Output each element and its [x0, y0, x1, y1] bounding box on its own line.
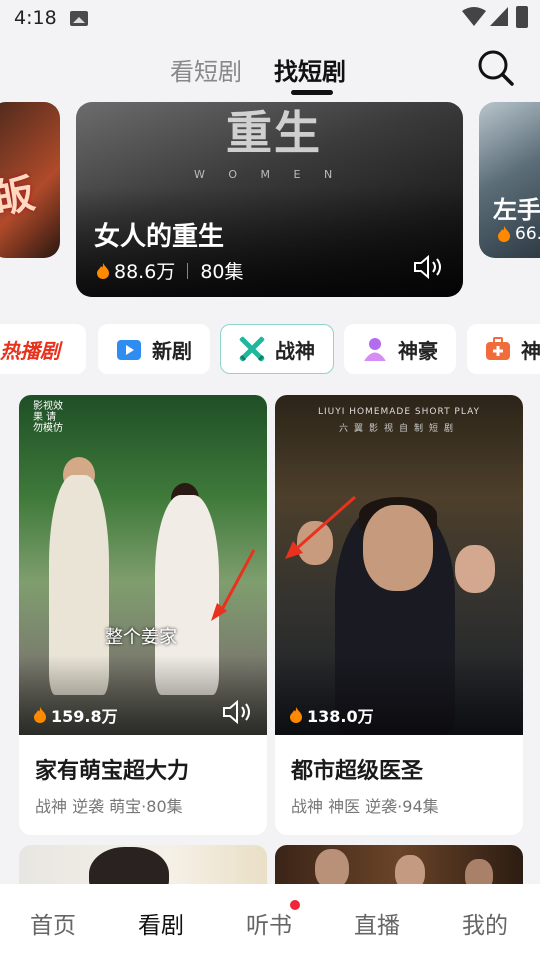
nav-live[interactable]: 直播	[354, 906, 400, 940]
wifi-icon	[462, 7, 486, 26]
views-count: 159.8万	[51, 707, 118, 726]
banner-episodes: 80集	[200, 261, 244, 283]
chip-doctor-label: 神	[521, 338, 540, 363]
poster-disclaimer: 影视效果 请勿模仿	[33, 401, 63, 434]
poster-studio-en: LIUYI HOMEMADE SHORT PLAY	[317, 407, 481, 417]
tv-play-icon	[117, 340, 141, 360]
battery-icon	[516, 6, 528, 28]
banner-poster-title-art: 重生	[226, 106, 322, 160]
poster-arrow-graphic	[285, 495, 356, 559]
status-bar: 4:18	[0, 0, 540, 36]
chip-hot-label: 热播剧	[0, 338, 60, 363]
flame-icon	[498, 226, 510, 242]
active-tab-indicator	[291, 90, 333, 95]
drama-card[interactable]: LIUYI HOMEMADE SHORT PLAY 六翼影视自制短剧 138.0…	[275, 395, 523, 835]
banner-poster-subtitle: W O M E N	[194, 168, 343, 181]
person-icon	[364, 338, 386, 361]
views-count: 138.0万	[307, 707, 374, 726]
chip-tycoon[interactable]: 神豪	[344, 324, 456, 374]
drama-title: 家有萌宝超大力	[35, 759, 190, 784]
nav-audiobook[interactable]: 听书	[246, 906, 292, 940]
nav-profile[interactable]: 我的	[462, 906, 508, 940]
mute-speaker-icon[interactable]	[412, 254, 444, 280]
flame-icon	[97, 262, 109, 279]
banner-prev-card[interactable]: 皈	[0, 102, 60, 258]
poster-figure	[315, 849, 349, 889]
drama-poster: LIUYI HOMEMADE SHORT PLAY 六翼影视自制短剧 138.0…	[275, 395, 523, 735]
search-icon[interactable]	[476, 48, 516, 88]
banner-views: 88.6万	[114, 261, 176, 283]
chip-new-label: 新剧	[152, 338, 192, 363]
nav-watch[interactable]: 看剧	[138, 906, 184, 940]
chip-god-of-war[interactable]: 战神	[220, 324, 334, 374]
meta-divider	[187, 262, 189, 279]
poster-studio-cn: 六翼影视自制短剧	[338, 424, 459, 434]
chip-new[interactable]: 新剧	[98, 324, 210, 374]
banner-prev-poster-text: 皈	[0, 170, 39, 224]
drama-tags: 战神 逆袭 萌宝·80集	[35, 797, 183, 816]
poster-arrow-graphic	[211, 549, 256, 621]
chip-hot[interactable]: 热播剧	[0, 324, 86, 374]
top-tabs: 看短剧 找短剧	[0, 44, 540, 104]
tab-find-drama[interactable]: 找短剧	[274, 52, 346, 87]
photo-notification-icon	[70, 11, 88, 26]
mute-speaker-icon[interactable]	[221, 699, 253, 725]
medical-kit-icon	[486, 337, 510, 360]
bottom-nav: 首页 看剧 听书 直播 我的	[0, 884, 540, 960]
banner-next-views: 66.	[515, 224, 540, 244]
drama-card[interactable]: 影视效果 请勿模仿 整个姜家 159.8万 家有萌宝超大力 战神 逆袭 萌宝·8…	[19, 395, 267, 835]
category-chips: 热播剧 新剧 战神 神豪 神	[0, 324, 540, 376]
nav-home[interactable]: 首页	[30, 906, 76, 940]
banner-featured-card[interactable]: 重生 W O M E N 女人的重生 88.6万 80集	[76, 102, 463, 297]
poster-views: 138.0万	[289, 703, 374, 727]
banner-next-card[interactable]: 左手 66.	[479, 102, 540, 258]
drama-poster: 影视效果 请勿模仿 整个姜家 159.8万	[19, 395, 267, 735]
poster-figure	[455, 545, 495, 593]
flame-icon	[34, 707, 46, 723]
banner-next-meta: 66.	[497, 224, 540, 244]
poster-caption: 整个姜家	[105, 627, 177, 648]
tab-watch-drama[interactable]: 看短剧	[170, 52, 242, 87]
drama-tags: 战神 神医 逆袭·94集	[291, 797, 439, 816]
chip-god-of-war-label: 战神	[275, 338, 315, 363]
chip-doctor[interactable]: 神	[467, 324, 540, 374]
status-time: 4:18	[14, 7, 57, 29]
poster-views: 159.8万	[33, 703, 118, 727]
notification-dot	[290, 900, 300, 910]
banner-next-title: 左手	[493, 196, 540, 224]
banner-meta: 88.6万 80集	[96, 257, 244, 284]
flame-icon	[290, 707, 302, 723]
signal-icon	[490, 7, 508, 26]
banner-title: 女人的重生	[94, 222, 225, 252]
crossed-swords-icon	[239, 336, 265, 362]
chip-tycoon-label: 神豪	[398, 338, 438, 363]
drama-title: 都市超级医圣	[291, 759, 424, 784]
